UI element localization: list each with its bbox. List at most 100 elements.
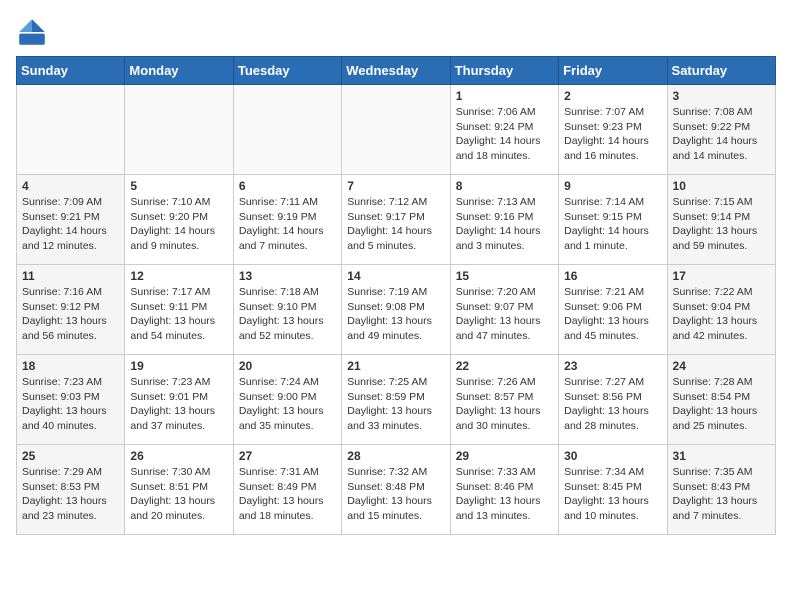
calendar-cell: 29Sunrise: 7:33 AM Sunset: 8:46 PM Dayli… [450,445,558,535]
week-row-5: 25 Sunrise: 7:29 AM Sunset: 8:53 PM Dayli… [17,445,776,535]
calendar-cell [233,85,341,175]
day-number: 8 [456,179,553,193]
page-header [16,16,776,48]
day-info: Sunrise: 7:15 AM Sunset: 9:14 PM Dayligh… [673,195,770,254]
day-number: 1 [456,89,553,103]
day-info: Sunrise: 7:07 AM Sunset: 9:23 PM Dayligh… [564,105,661,164]
day-info: Sunrise: 7:21 AM Sunset: 9:06 PM Dayligh… [564,285,661,344]
day-info: Sunrise: 7:33 AM Sunset: 8:46 PM Dayligh… [456,465,553,524]
day-info: Sunrise: 7:13 AM Sunset: 9:16 PM Dayligh… [456,195,553,254]
calendar-cell: 24 Sunrise: 7:28 AM Sunset: 8:54 PM Dayli… [667,355,775,445]
calendar-cell: 12Sunrise: 7:17 AM Sunset: 9:11 PM Dayli… [125,265,233,355]
calendar-cell: 9 Sunrise: 7:14 AM Sunset: 9:15 PM Daylig… [559,175,667,265]
column-header-friday: Friday [559,57,667,85]
day-number: 26 [130,449,227,463]
day-number: 16 [564,269,661,283]
day-info: Sunrise: 7:06 AM Sunset: 9:24 PM Dayligh… [456,105,553,164]
calendar-cell: 17 Sunrise: 7:22 AM Sunset: 9:04 PM Dayli… [667,265,775,355]
calendar-cell: 25 Sunrise: 7:29 AM Sunset: 8:53 PM Dayli… [17,445,125,535]
day-info: Sunrise: 7:30 AM Sunset: 8:51 PM Dayligh… [130,465,227,524]
logo [16,16,52,48]
calendar-cell: 10 Sunrise: 7:15 AM Sunset: 9:14 PM Dayli… [667,175,775,265]
day-info: Sunrise: 7:14 AM Sunset: 9:15 PM Dayligh… [564,195,661,254]
day-number: 25 [22,449,119,463]
day-info: Sunrise: 7:27 AM Sunset: 8:56 PM Dayligh… [564,375,661,434]
calendar-cell: 21 Sunrise: 7:25 AM Sunset: 8:59 PM Dayli… [342,355,450,445]
day-number: 23 [564,359,661,373]
day-number: 27 [239,449,336,463]
day-info: Sunrise: 7:28 AM Sunset: 8:54 PM Dayligh… [673,375,770,434]
day-number: 9 [564,179,661,193]
day-number: 19 [130,359,227,373]
calendar-cell: 20Sunrise: 7:24 AM Sunset: 9:00 PM Dayli… [233,355,341,445]
column-header-tuesday: Tuesday [233,57,341,85]
day-number: 11 [22,269,119,283]
day-info: Sunrise: 7:11 AM Sunset: 9:19 PM Dayligh… [239,195,336,254]
logo-icon [16,16,48,48]
day-info: Sunrise: 7:31 AM Sunset: 8:49 PM Dayligh… [239,465,336,524]
calendar-cell: 11 Sunrise: 7:16 AM Sunset: 9:12 PM Dayli… [17,265,125,355]
day-number: 5 [130,179,227,193]
column-header-sunday: Sunday [17,57,125,85]
day-info: Sunrise: 7:18 AM Sunset: 9:10 PM Dayligh… [239,285,336,344]
column-header-monday: Monday [125,57,233,85]
day-info: Sunrise: 7:32 AM Sunset: 8:48 PM Dayligh… [347,465,444,524]
day-info: Sunrise: 7:19 AM Sunset: 9:08 PM Dayligh… [347,285,444,344]
calendar-cell: 23 Sunrise: 7:27 AM Sunset: 8:56 PM Dayli… [559,355,667,445]
calendar-cell: 7 Sunrise: 7:12 AM Sunset: 9:17 PM Daylig… [342,175,450,265]
day-number: 3 [673,89,770,103]
day-number: 31 [673,449,770,463]
calendar-cell: 27 Sunrise: 7:31 AM Sunset: 8:49 PM Dayli… [233,445,341,535]
calendar-cell: 26 Sunrise: 7:30 AM Sunset: 8:51 PM Dayli… [125,445,233,535]
day-number: 6 [239,179,336,193]
week-row-4: 18 Sunrise: 7:23 AM Sunset: 9:03 PM Dayli… [17,355,776,445]
calendar-cell: 22 Sunrise: 7:26 AM Sunset: 8:57 PM Dayli… [450,355,558,445]
day-number: 13 [239,269,336,283]
calendar-cell: 28 Sunrise: 7:32 AM Sunset: 8:48 PM Dayli… [342,445,450,535]
day-number: 22 [456,359,553,373]
calendar-cell: 31 Sunrise: 7:35 AM Sunset: 8:43 PM Dayli… [667,445,775,535]
week-row-3: 11 Sunrise: 7:16 AM Sunset: 9:12 PM Dayli… [17,265,776,355]
day-number: 24 [673,359,770,373]
calendar-cell: 19 Sunrise: 7:23 AM Sunset: 9:01 PM Dayli… [125,355,233,445]
calendar-cell [17,85,125,175]
day-info: Sunrise: 7:23 AM Sunset: 9:03 PM Dayligh… [22,375,119,434]
calendar-cell: 5Sunrise: 7:10 AM Sunset: 9:20 PM Daylig… [125,175,233,265]
day-info: Sunrise: 7:16 AM Sunset: 9:12 PM Dayligh… [22,285,119,344]
calendar-cell [342,85,450,175]
day-info: Sunrise: 7:20 AM Sunset: 9:07 PM Dayligh… [456,285,553,344]
week-row-2: 4 Sunrise: 7:09 AM Sunset: 9:21 PM Daylig… [17,175,776,265]
day-number: 2 [564,89,661,103]
calendar-cell: 4 Sunrise: 7:09 AM Sunset: 9:21 PM Daylig… [17,175,125,265]
day-info: Sunrise: 7:08 AM Sunset: 9:22 PM Dayligh… [673,105,770,164]
calendar-header-row: SundayMondayTuesdayWednesdayThursdayFrid… [17,57,776,85]
calendar-cell: 13 Sunrise: 7:18 AM Sunset: 9:10 PM Dayli… [233,265,341,355]
day-number: 4 [22,179,119,193]
calendar-cell: 2 Sunrise: 7:07 AM Sunset: 9:23 PM Daylig… [559,85,667,175]
day-info: Sunrise: 7:34 AM Sunset: 8:45 PM Dayligh… [564,465,661,524]
day-number: 7 [347,179,444,193]
day-info: Sunrise: 7:09 AM Sunset: 9:21 PM Dayligh… [22,195,119,254]
day-info: Sunrise: 7:22 AM Sunset: 9:04 PM Dayligh… [673,285,770,344]
day-info: Sunrise: 7:23 AM Sunset: 9:01 PM Dayligh… [130,375,227,434]
day-number: 10 [673,179,770,193]
day-info: Sunrise: 7:24 AM Sunset: 9:00 PM Dayligh… [239,375,336,434]
day-info: Sunrise: 7:12 AM Sunset: 9:17 PM Dayligh… [347,195,444,254]
day-number: 18 [22,359,119,373]
day-number: 17 [673,269,770,283]
day-number: 30 [564,449,661,463]
column-header-wednesday: Wednesday [342,57,450,85]
calendar-cell: 8 Sunrise: 7:13 AM Sunset: 9:16 PM Daylig… [450,175,558,265]
calendar-table: SundayMondayTuesdayWednesdayThursdayFrid… [16,56,776,535]
calendar-cell: 6 Sunrise: 7:11 AM Sunset: 9:19 PM Daylig… [233,175,341,265]
calendar-cell: 30 Sunrise: 7:34 AM Sunset: 8:45 PM Dayli… [559,445,667,535]
day-info: Sunrise: 7:35 AM Sunset: 8:43 PM Dayligh… [673,465,770,524]
day-info: Sunrise: 7:26 AM Sunset: 8:57 PM Dayligh… [456,375,553,434]
week-row-1: 1 Sunrise: 7:06 AM Sunset: 9:24 PM Daylig… [17,85,776,175]
calendar-cell: 18 Sunrise: 7:23 AM Sunset: 9:03 PM Dayli… [17,355,125,445]
day-info: Sunrise: 7:29 AM Sunset: 8:53 PM Dayligh… [22,465,119,524]
day-number: 21 [347,359,444,373]
day-number: 28 [347,449,444,463]
calendar-cell: 16 Sunrise: 7:21 AM Sunset: 9:06 PM Dayli… [559,265,667,355]
day-info: Sunrise: 7:25 AM Sunset: 8:59 PM Dayligh… [347,375,444,434]
